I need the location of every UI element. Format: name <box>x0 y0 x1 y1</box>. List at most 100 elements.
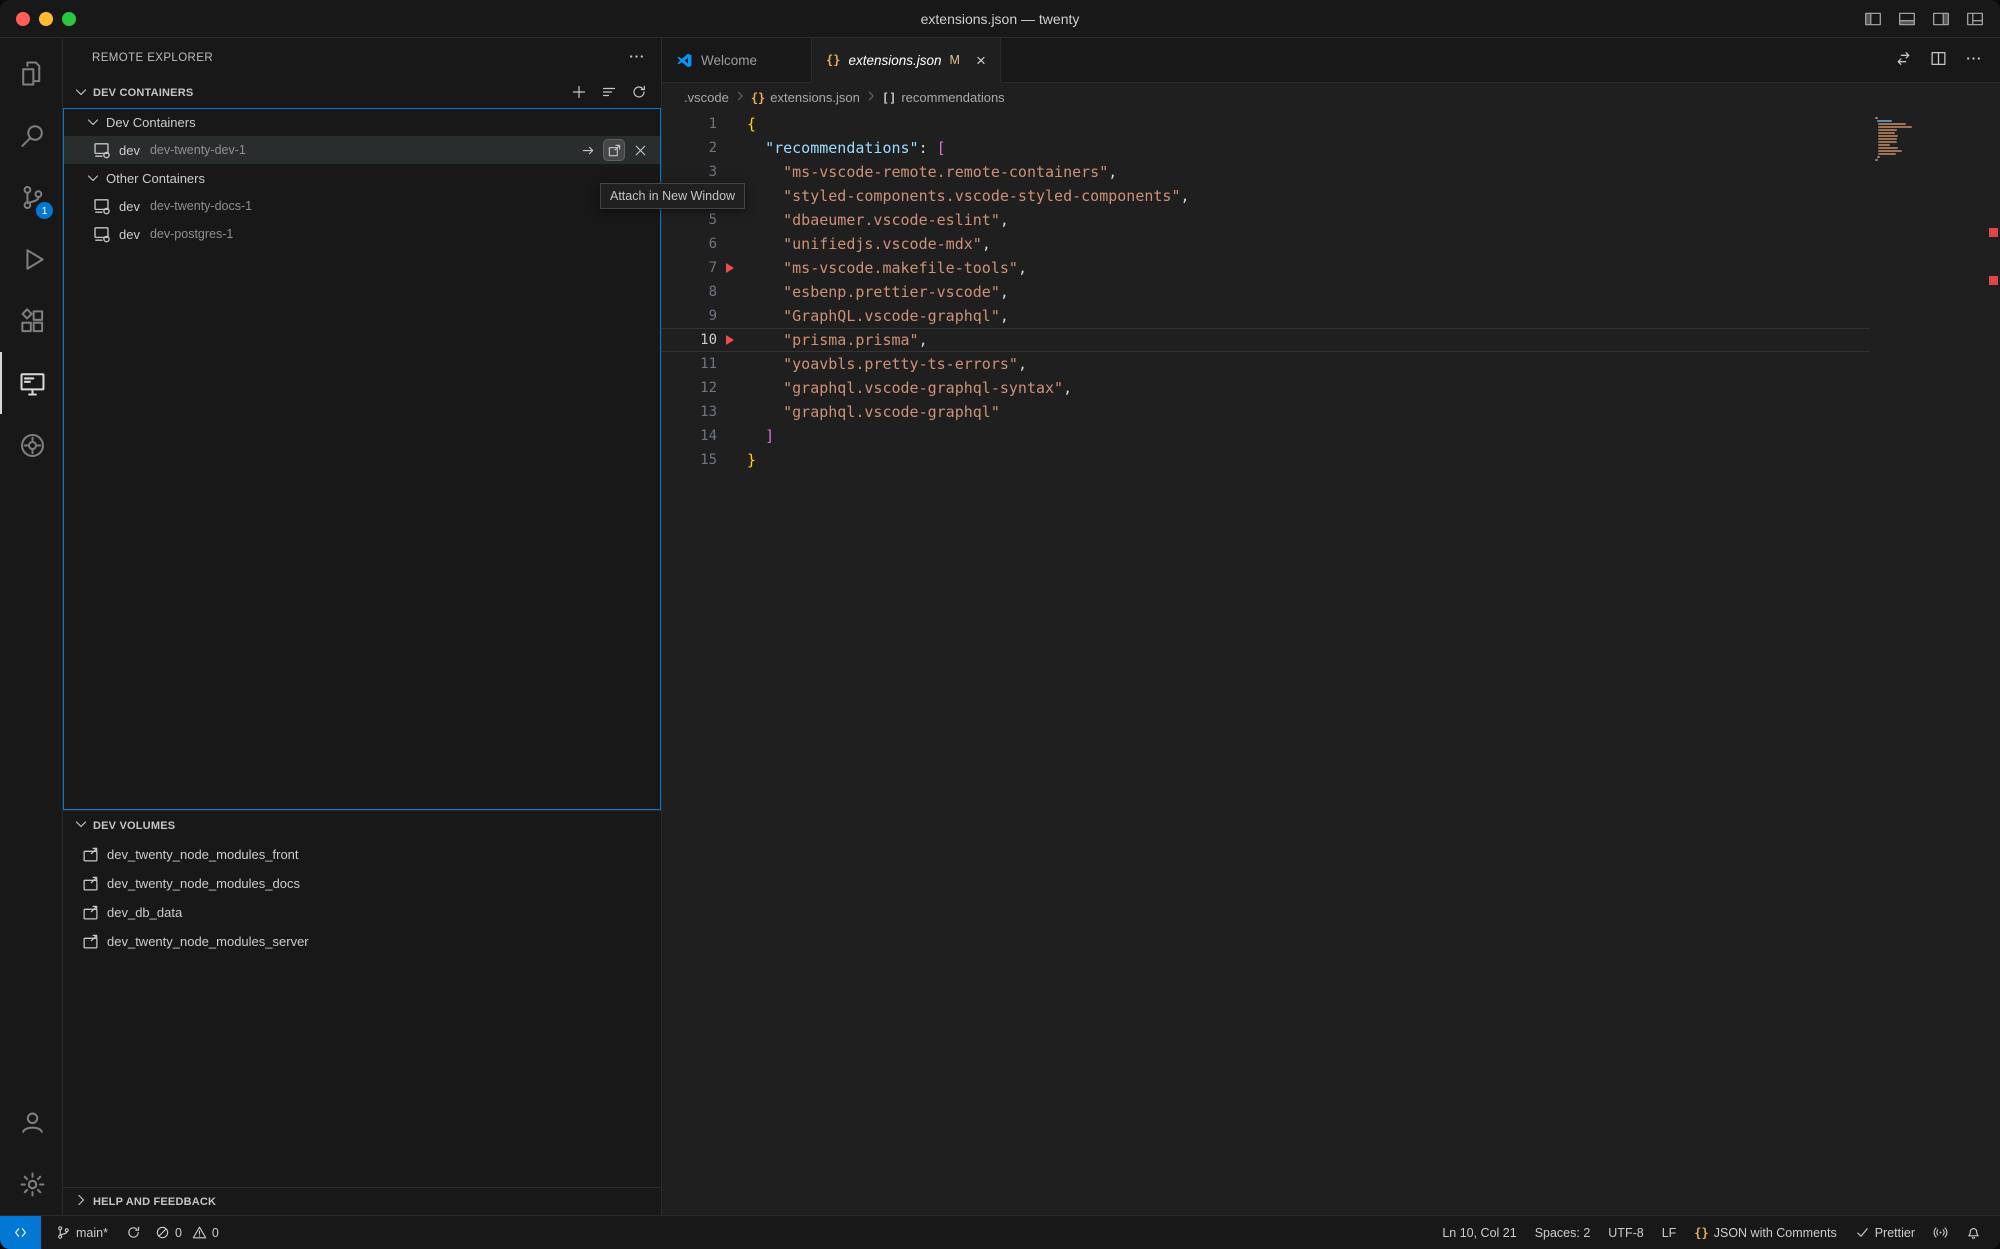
section-header-dev-containers[interactable]: DEV CONTAINERS <box>63 78 661 108</box>
code-line-7: 7 "ms-vscode.makefile-tools", <box>662 256 1870 280</box>
activity-bar-item-run-debug[interactable] <box>0 228 62 290</box>
feedback-icon <box>1933 1225 1948 1240</box>
layout-sidebar-left-icon[interactable] <box>1864 10 1882 28</box>
status-notifications[interactable] <box>1957 1216 1990 1249</box>
minimap-line <box>1878 141 1897 143</box>
arrow-right-icon <box>581 143 596 158</box>
error-marker-icon <box>726 335 734 345</box>
status-label: UTF-8 <box>1608 1226 1643 1240</box>
status-formatter[interactable]: Prettier <box>1846 1216 1924 1249</box>
code-text: "ms-vscode.makefile-tools", <box>747 256 1027 280</box>
breadcrumb-item-recommendations[interactable]: []recommendations <box>882 90 1005 105</box>
zoom-window-button[interactable] <box>62 12 76 26</box>
stop-container-button[interactable] <box>629 139 651 161</box>
split-editor-button[interactable] <box>1930 50 1947 70</box>
status-sync[interactable] <box>117 1216 150 1249</box>
activity-bar-item-explorer[interactable] <box>0 42 62 104</box>
activity-bar-item-remote-explorer[interactable] <box>0 352 62 414</box>
close-tab-button[interactable]: × <box>976 52 986 69</box>
container-icon <box>93 197 111 215</box>
sync-icon <box>126 1225 141 1240</box>
code-text: "unifiedjs.vscode-mdx", <box>747 232 991 256</box>
layout-customize-icon[interactable] <box>1966 10 1984 28</box>
layout-panel-icon[interactable] <box>1898 10 1916 28</box>
minimize-window-button[interactable] <box>39 12 53 26</box>
tree-group-other-containers[interactable]: Other Containers <box>63 164 661 192</box>
options-button[interactable] <box>601 84 617 103</box>
more-actions-icon[interactable] <box>628 48 645 68</box>
sidebar-title: REMOTE EXPLORER <box>92 52 213 64</box>
status-errors[interactable]: 0 <box>150 1216 187 1249</box>
status-warnings[interactable]: 0 <box>187 1216 224 1249</box>
breadcrumb-label: .vscode <box>684 90 729 105</box>
code-line-5: 5 "dbaeumer.vscode-eslint", <box>662 208 1870 232</box>
volume-item-dev_twenty_node_modules_front[interactable]: dev_twenty_node_modules_front <box>63 840 661 869</box>
compare-button[interactable] <box>1895 50 1912 70</box>
status-label: Spaces: 2 <box>1535 1226 1591 1240</box>
gutter-glyph <box>717 400 747 424</box>
gutter-glyph <box>717 232 747 256</box>
container-label: dev <box>119 199 140 214</box>
status-encoding[interactable]: UTF-8 <box>1599 1216 1652 1249</box>
tab-extensions-json[interactable]: {}extensions.jsonM× <box>812 38 1001 82</box>
token: , <box>919 331 928 349</box>
tab-label: extensions.json <box>848 53 941 68</box>
breadcrumb-item-extensionsjson[interactable]: {}extensions.json <box>751 90 860 105</box>
code-line-8: 8 "esbenp.prettier-vscode", <box>662 280 1870 304</box>
section-header-help-and-feedback[interactable]: HELP AND FEEDBACK <box>63 1187 661 1215</box>
ellipsis-button[interactable] <box>1965 50 1982 70</box>
status-eol[interactable]: LF <box>1653 1216 1686 1249</box>
chevron-down-icon <box>85 170 101 186</box>
code-text: "styled-components.vscode-styled-compone… <box>747 184 1190 208</box>
ellipsis-icon <box>1965 50 1982 67</box>
status-feedback[interactable] <box>1924 1216 1957 1249</box>
status-cursor-position[interactable]: Ln 10, Col 21 <box>1433 1216 1525 1249</box>
activity-bar-item-accounts[interactable] <box>0 1091 62 1153</box>
activity-bar-item-extensions[interactable] <box>0 290 62 352</box>
overview-ruler[interactable] <box>1985 112 2000 1215</box>
line-number: 7 <box>662 256 717 280</box>
remote-explorer-icon <box>19 370 46 397</box>
container-item-dev-postgres-1[interactable]: devdev-postgres-1 <box>63 220 661 248</box>
volume-item-dev_twenty_node_modules_docs[interactable]: dev_twenty_node_modules_docs <box>63 869 661 898</box>
container-item-dev-twenty-docs-1[interactable]: devdev-twenty-docs-1 <box>63 192 661 220</box>
status-indentation[interactable]: Spaces: 2 <box>1526 1216 1600 1249</box>
minimap-line <box>1877 120 1892 122</box>
status-language-mode[interactable]: {}JSON with Comments <box>1685 1216 1845 1249</box>
activity-bar-item-settings[interactable] <box>0 1153 62 1215</box>
activity-bar-item-source-control[interactable]: 1 <box>0 166 62 228</box>
layout-sidebar-right-icon[interactable] <box>1932 10 1950 28</box>
chevron-right-icon <box>73 1192 89 1211</box>
token <box>747 427 765 445</box>
new-dev-container-button[interactable] <box>571 84 587 103</box>
volume-item-dev_db_data[interactable]: dev_db_data <box>63 898 661 927</box>
volume-item-dev_twenty_node_modules_server[interactable]: dev_twenty_node_modules_server <box>63 927 661 956</box>
status-remote-indicator[interactable] <box>0 1216 41 1249</box>
breadcrumb-item-vscode[interactable]: .vscode <box>684 90 729 105</box>
container-label: dev <box>119 143 140 158</box>
activity-bar-item-dev-containers[interactable] <box>0 414 62 476</box>
breadcrumb-separator-icon <box>864 89 878 106</box>
activity-bar-item-search[interactable] <box>0 104 62 166</box>
minimap-line <box>1878 150 1902 152</box>
token: "graphql.vscode-graphql" <box>783 403 1000 421</box>
section-header-dev-volumes[interactable]: DEV VOLUMES <box>63 810 661 840</box>
close-window-button[interactable] <box>16 12 30 26</box>
status-git-branch[interactable]: main* <box>47 1216 117 1249</box>
refresh-button[interactable] <box>631 84 647 103</box>
token: "esbenp.prettier-vscode" <box>783 283 1000 301</box>
minimap[interactable] <box>1875 117 1985 162</box>
minimap-line <box>1875 117 1878 119</box>
gutter-glyph <box>717 304 747 328</box>
tree-group-dev-containers[interactable]: Dev Containers <box>63 108 661 136</box>
token: "ms-vscode-remote.remote-containers" <box>783 163 1108 181</box>
attach-shell-button[interactable] <box>577 139 599 161</box>
container-item-dev-twenty-dev-1[interactable]: devdev-twenty-dev-1 <box>63 136 661 164</box>
token: , <box>1018 355 1027 373</box>
tab-welcome[interactable]: Welcome <box>662 38 812 82</box>
code-text: } <box>747 448 756 472</box>
attach-new-window-button[interactable] <box>603 139 625 161</box>
chevron-down-icon <box>73 84 89 100</box>
code-editor[interactable]: 1{2 "recommendations": [3 "ms-vscode-rem… <box>662 112 2000 1215</box>
token <box>747 283 783 301</box>
